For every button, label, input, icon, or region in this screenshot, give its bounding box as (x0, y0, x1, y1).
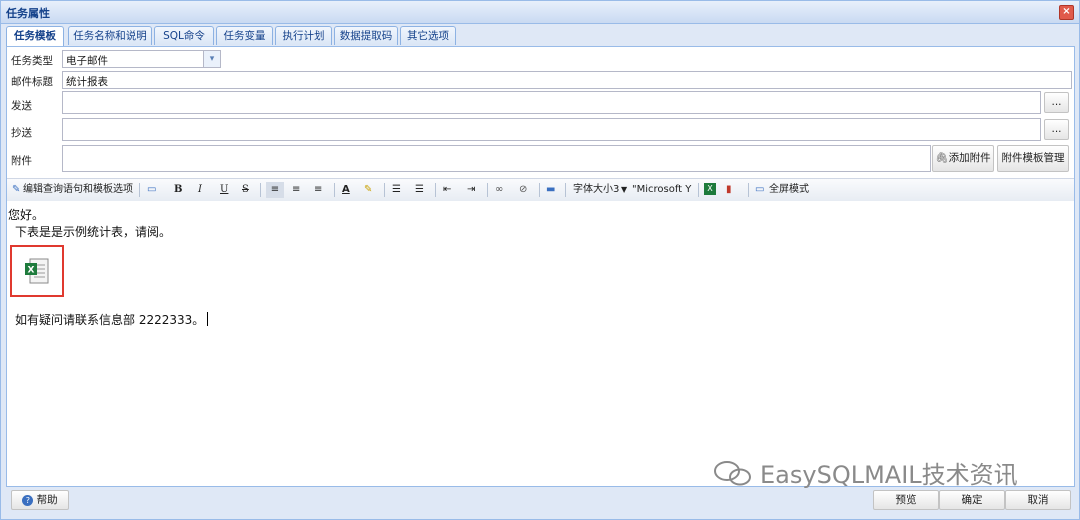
toolbar-separator (748, 183, 749, 197)
editor-line-body: 下表是是示例统计表，请阅。 (15, 225, 172, 239)
wechat-icon (714, 461, 751, 486)
toolbar-separator (435, 183, 436, 197)
send-browse-button[interactable]: ... (1044, 92, 1069, 113)
cancel-button[interactable]: 取消 (1005, 490, 1071, 510)
align-left-icon[interactable]: ≡ (266, 182, 284, 198)
ok-button[interactable]: 确定 (939, 490, 1005, 510)
toolbar-separator (384, 183, 385, 197)
task-type-select[interactable]: 电子邮件 ▾ (62, 50, 221, 68)
tab-other-options[interactable]: 其它选项 (400, 26, 456, 45)
add-attachment-label: 添加附件 (948, 152, 991, 164)
strikethrough-button[interactable]: S (242, 182, 249, 198)
tab-extract-code[interactable]: 数据提取码 (334, 26, 398, 45)
subject-value: 统计报表 (66, 76, 108, 88)
help-button[interactable]: ? 帮助 (11, 490, 69, 510)
toolbar-separator (260, 183, 261, 197)
cc-input[interactable] (62, 118, 1041, 141)
edit-query-button[interactable]: 编辑查询语句和模板选项 (23, 182, 133, 198)
tab-schedule[interactable]: 执行计划 (275, 26, 332, 45)
attachment-input[interactable] (62, 145, 931, 172)
excel-file-icon[interactable]: X (24, 257, 50, 285)
excel-insert-icon[interactable]: X (704, 183, 716, 195)
attachment-label: 附件 (11, 155, 32, 167)
help-label: 帮助 (36, 494, 58, 506)
add-attachment-button[interactable]: 🖇添加附件 (932, 145, 994, 172)
tab-task-name[interactable]: 任务名称和说明 (68, 26, 152, 45)
dialog-footer: ? 帮助 预览 确定 取消 (6, 487, 1073, 513)
align-center-icon[interactable]: ≡ (292, 182, 300, 198)
tab-task-variables[interactable]: 任务变量 (216, 26, 273, 45)
tab-task-template[interactable]: 任务模板 (6, 26, 64, 46)
toolbar-separator (334, 183, 335, 197)
horizontal-rule-icon[interactable]: ▬ (546, 182, 555, 198)
subject-input[interactable]: 统计报表 (62, 71, 1072, 89)
cc-browse-button[interactable]: ... (1044, 119, 1069, 140)
help-icon: ? (22, 495, 34, 506)
highlight-icon[interactable]: ✎ (364, 182, 372, 198)
editor-line-greeting: 您好。 (8, 208, 45, 222)
source-icon[interactable]: ▭ (147, 182, 156, 198)
outdent-icon[interactable]: ⇤ (443, 182, 451, 198)
bold-button[interactable]: B (174, 182, 182, 198)
title-bar: 任务属性 × (1, 1, 1079, 24)
highlight-box: X (10, 245, 64, 297)
underline-button[interactable]: U (220, 182, 228, 198)
font-family-select[interactable]: "Microsoft Y (632, 182, 698, 198)
edit-query-icon[interactable]: ✎ (12, 182, 20, 198)
tab-sql[interactable]: SQL命令 (154, 26, 214, 45)
close-icon[interactable]: × (1059, 5, 1074, 20)
tab-panel: 任务类型 电子邮件 ▾ 邮件标题 统计报表 发送 ... 抄送 ... 附件 🖇… (6, 46, 1075, 487)
send-label: 发送 (11, 100, 32, 112)
attachment-template-button[interactable]: 附件模板管理 (997, 145, 1069, 172)
task-type-value: 电子邮件 (66, 55, 108, 67)
font-size-dropdown-icon[interactable]: ▼ (621, 182, 627, 198)
rich-text-editor[interactable]: 您好。 下表是是示例统计表，请阅。 X 如有疑问请联系信息部 2222333。 (7, 201, 1074, 486)
cc-label: 抄送 (11, 127, 32, 139)
svg-text:X: X (28, 266, 35, 276)
chevron-down-icon[interactable]: ▾ (203, 51, 220, 67)
send-input[interactable] (62, 91, 1041, 114)
indent-icon[interactable]: ⇥ (467, 182, 475, 198)
toolbar-separator (139, 183, 140, 197)
window-title: 任务属性 (6, 7, 50, 20)
preview-button[interactable]: 预览 (873, 490, 939, 510)
editor-toolbar: ✎ 编辑查询语句和模板选项 ▭ B I U S ≡ ≡ ≡ A ✎ ☰ ☰ ⇤ … (7, 178, 1074, 202)
toolbar-separator (539, 183, 540, 197)
editor-line-contact: 如有疑问请联系信息部 2222333。 (15, 311, 209, 328)
bullet-list-icon[interactable]: ☰ (392, 182, 401, 198)
toolbar-separator (487, 183, 488, 197)
text-color-button[interactable]: A (342, 182, 350, 198)
watermark-text: EasySQLMAIL技术资讯 (760, 461, 1018, 489)
toolbar-separator (698, 183, 699, 197)
toolbar-separator (565, 183, 566, 197)
italic-button[interactable]: I (198, 182, 202, 198)
numbered-list-icon[interactable]: ☰ (415, 182, 424, 198)
fullscreen-icon[interactable]: ▭ (755, 182, 764, 198)
paperclip-icon: 🖇 (935, 152, 949, 164)
fullscreen-button[interactable]: 全屏模式 (769, 182, 809, 198)
unlink-icon[interactable]: ⊘ (519, 182, 527, 198)
chart-insert-icon[interactable]: ▮ (726, 182, 732, 198)
subject-label: 邮件标题 (11, 76, 53, 88)
align-right-icon[interactable]: ≡ (314, 182, 322, 198)
text-cursor (207, 312, 209, 326)
editor-contact-text: 如有疑问请联系信息部 2222333。 (15, 313, 205, 327)
link-icon[interactable]: ∞ (495, 182, 503, 198)
task-type-label: 任务类型 (11, 55, 53, 67)
font-size-select[interactable]: 字体大小3 (573, 182, 619, 198)
